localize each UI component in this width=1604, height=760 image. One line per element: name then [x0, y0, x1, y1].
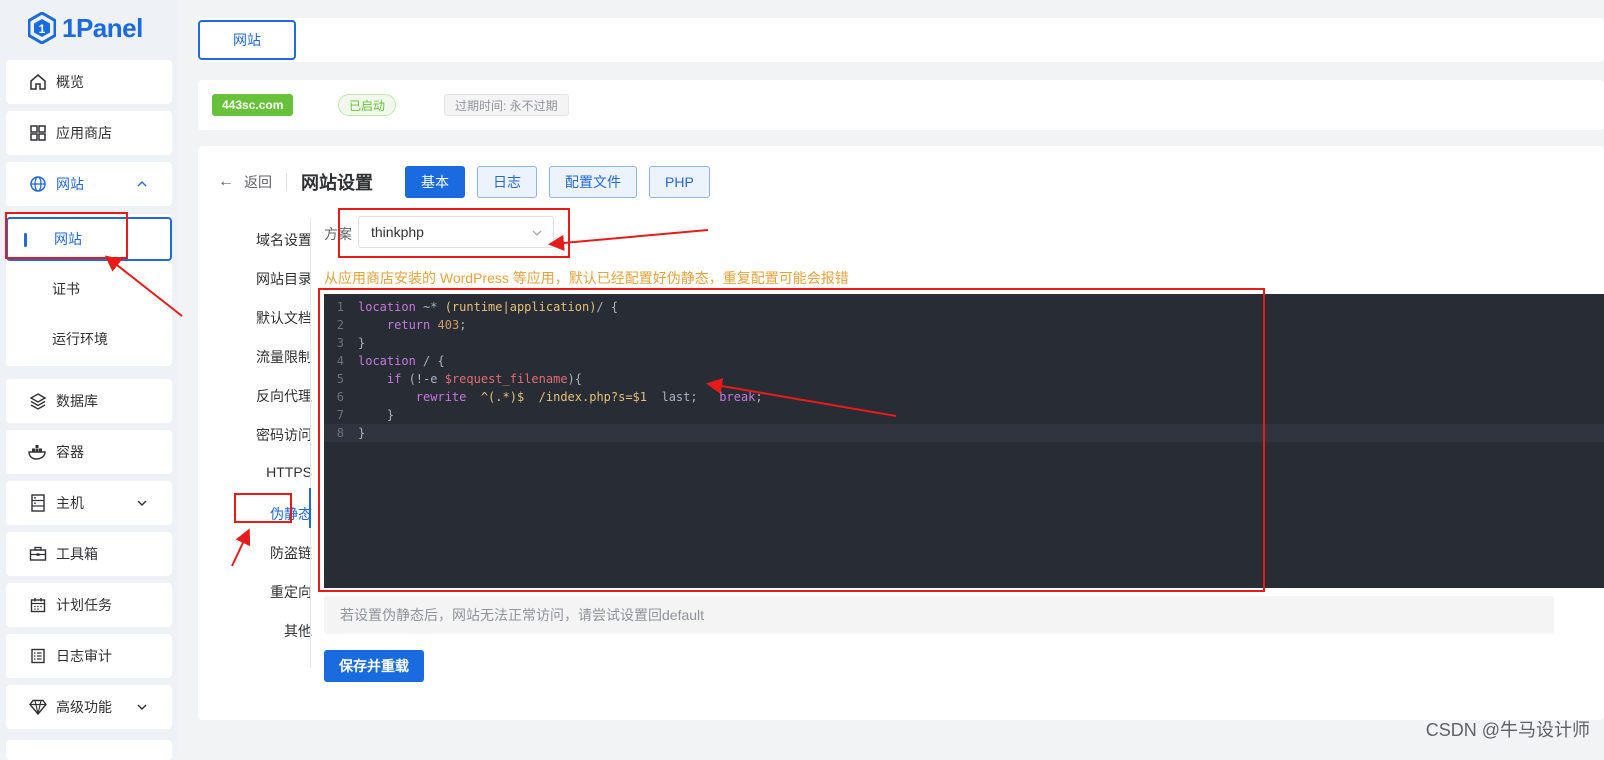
- tab-website[interactable]: 网站: [198, 20, 296, 60]
- menu-item-domain[interactable]: 域名设置: [220, 230, 312, 250]
- server-icon: [28, 493, 48, 513]
- sidebar-item-label: 日志审计: [56, 648, 112, 664]
- menu-item-redirect[interactable]: 重定向: [220, 582, 312, 602]
- annotation-box-rewrite: [234, 493, 292, 523]
- app-grid-icon: [28, 123, 48, 143]
- chevron-down-icon: [137, 500, 147, 506]
- menu-item-hotlink[interactable]: 防盗链: [220, 543, 312, 563]
- log-button[interactable]: 日志: [477, 166, 537, 198]
- submenu-item-certificate[interactable]: 证书: [6, 266, 172, 312]
- site-info-bar: 443sc.com 已启动 过期时间: 永不过期: [198, 80, 1604, 130]
- basic-button[interactable]: 基本: [405, 166, 465, 198]
- submenu-item-label: 运行环境: [52, 331, 108, 347]
- sidebar-item-label: 主机: [56, 495, 84, 511]
- log-icon: [28, 646, 48, 666]
- menu-item-reverse-proxy[interactable]: 反向代理: [220, 386, 312, 406]
- status-badge: 已启动: [338, 94, 397, 116]
- annotation-box-editor: [318, 288, 1265, 592]
- sidebar-item-advanced[interactable]: 高级功能: [6, 685, 172, 729]
- divider: [286, 173, 287, 191]
- home-icon: [28, 72, 48, 92]
- layers-icon: [28, 391, 48, 411]
- sidebar-item-label: 高级功能: [56, 699, 112, 715]
- sidebar-item-label: 工具箱: [56, 546, 98, 562]
- sidebar-item-label: 计划任务: [56, 597, 112, 613]
- sidebar-item-partial: [6, 740, 172, 760]
- sidebar-item-website[interactable]: 网站: [6, 162, 172, 206]
- sidebar-item-label: 容器: [56, 444, 84, 460]
- sidebar-item-label: 数据库: [56, 393, 98, 409]
- submenu-item-label: 证书: [52, 281, 80, 297]
- svg-text:1: 1: [39, 22, 46, 36]
- sidebar-item-overview[interactable]: 概览: [6, 60, 172, 104]
- docker-icon: [28, 442, 48, 462]
- sidebar: 1 1Panel 概览 应用商店 网站 网站 证书 运行环境 数据库 容器 主机…: [0, 0, 178, 760]
- submenu-item-runtime[interactable]: 运行环境: [6, 316, 172, 362]
- back-label: 返回: [244, 174, 272, 190]
- settings-header: ← 返回 网站设置 基本 日志 配置文件 PHP: [218, 166, 722, 198]
- menu-divider: [310, 218, 311, 668]
- 1panel-logo-icon: 1: [28, 12, 56, 44]
- save-reload-button[interactable]: 保存并重载: [324, 650, 424, 682]
- sidebar-item-label: 网站: [56, 176, 84, 192]
- sidebar-item-container[interactable]: 容器: [6, 430, 172, 474]
- globe-icon: [28, 174, 48, 194]
- menu-item-password[interactable]: 密码访问: [220, 425, 312, 445]
- domain-badge: 443sc.com: [212, 94, 294, 116]
- menu-item-rate-limit[interactable]: 流量限制: [220, 347, 312, 367]
- rewrite-tip: 若设置伪静态后，网站无法正常访问，请尝试设置回default: [324, 596, 1554, 634]
- calendar-icon: [28, 595, 48, 615]
- menu-active-indicator: [309, 488, 311, 528]
- sidebar-item-database[interactable]: 数据库: [6, 379, 172, 423]
- page-title: 网站设置: [301, 173, 373, 193]
- chevron-up-icon: [137, 181, 147, 187]
- config-file-button[interactable]: 配置文件: [549, 166, 637, 198]
- php-button[interactable]: PHP: [649, 166, 710, 198]
- arrow-left-icon: ←: [218, 173, 234, 190]
- sidebar-item-toolbox[interactable]: 工具箱: [6, 532, 172, 576]
- menu-item-default-doc[interactable]: 默认文档: [220, 308, 312, 328]
- php-button-label: PHP: [665, 174, 694, 190]
- sidebar-item-cronjob[interactable]: 计划任务: [6, 583, 172, 627]
- menu-item-other[interactable]: 其他: [220, 621, 312, 641]
- watermark: CSDN @牛马设计师: [1425, 720, 1590, 740]
- sidebar-item-label: 应用商店: [56, 125, 112, 141]
- brand-name: 1Panel: [62, 12, 143, 43]
- menu-item-site-dir[interactable]: 网站目录: [220, 269, 312, 289]
- sidebar-item-logs[interactable]: 日志审计: [6, 634, 172, 678]
- sidebar-item-host[interactable]: 主机: [6, 481, 172, 525]
- logo: 1 1Panel: [28, 10, 143, 46]
- back-button[interactable]: ← 返回: [218, 172, 272, 192]
- diamond-icon: [28, 697, 48, 717]
- menu-item-https[interactable]: HTTPS: [220, 464, 312, 480]
- expire-badge: 过期时间: 永不过期: [444, 94, 569, 116]
- annotation-box-website: [5, 212, 128, 259]
- sidebar-item-label: 概览: [56, 74, 84, 90]
- sidebar-item-appstore[interactable]: 应用商店: [6, 111, 172, 155]
- chevron-down-icon: [137, 704, 147, 710]
- tab-bar: 网站: [198, 18, 1604, 62]
- annotation-box-scheme: [338, 208, 570, 258]
- toolbox-icon: [28, 544, 48, 564]
- rewrite-warning: 从应用商店安装的 WordPress 等应用，默认已经配置好伪静态，重复配置可能…: [324, 270, 849, 286]
